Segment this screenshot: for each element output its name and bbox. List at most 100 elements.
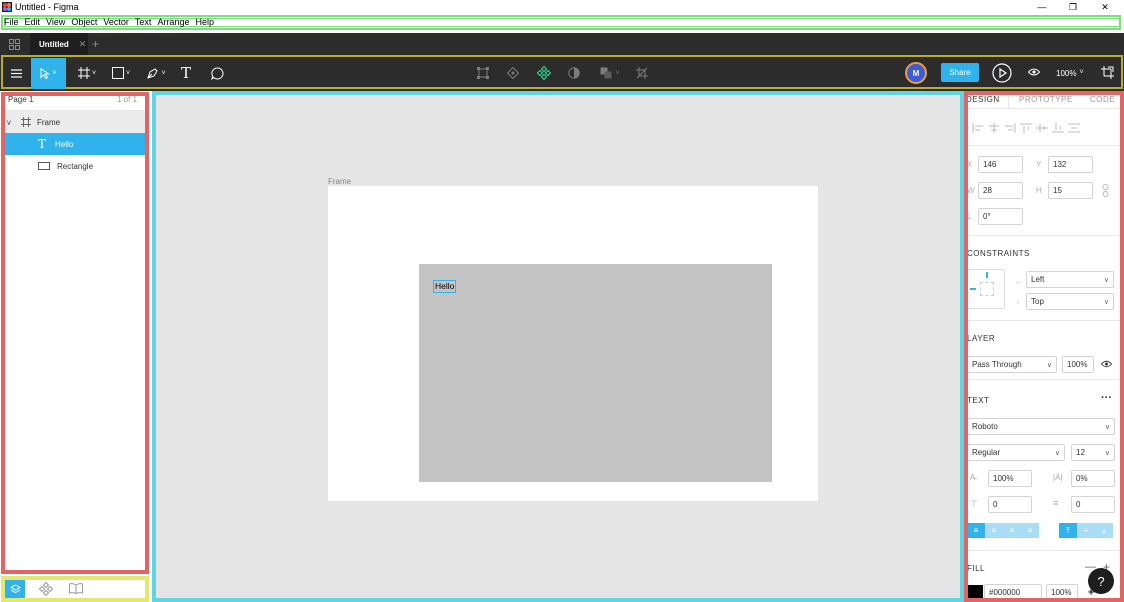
menu-file[interactable]: File xyxy=(4,17,19,27)
vertical-constraint-icon: ↕ xyxy=(1016,297,1020,306)
minimize-icon[interactable]: — xyxy=(1025,0,1059,14)
crop-icon[interactable] xyxy=(632,63,652,83)
zoom-dropdown[interactable]: 100% ˅ xyxy=(1056,69,1084,78)
close-window-icon[interactable]: ✕ xyxy=(1088,0,1122,14)
new-tab-icon[interactable]: + xyxy=(92,37,99,51)
tab-untitled[interactable]: Untitled ✕ xyxy=(30,33,88,55)
more-options-icon[interactable]: ··· xyxy=(1101,392,1112,404)
user-avatar[interactable]: M xyxy=(905,62,927,84)
help-button[interactable]: ? xyxy=(1088,568,1114,594)
constraints-title: CONSTRAINTS xyxy=(967,249,1030,258)
create-component-icon[interactable] xyxy=(534,63,554,83)
component-instance-icon[interactable] xyxy=(503,63,523,83)
line-height-icon: A̶ xyxy=(970,473,976,482)
height-input[interactable]: 15 xyxy=(1048,182,1093,199)
menu-items: File Edit View Object Vector Text Arrang… xyxy=(4,17,214,27)
menu-edit[interactable]: Edit xyxy=(25,17,41,27)
align-right-icon[interactable] xyxy=(1004,123,1016,133)
home-grid-icon[interactable] xyxy=(9,39,20,50)
paragraph-indent-icon: ≡ xyxy=(1053,498,1059,508)
divider xyxy=(964,235,1124,236)
present-play-icon[interactable] xyxy=(992,63,1012,83)
constraints-widget[interactable] xyxy=(967,269,1005,309)
chevron-down-icon: ∨ xyxy=(1103,276,1109,284)
fit-frame-icon[interactable] xyxy=(1101,66,1114,79)
distribute-icon[interactable] xyxy=(1068,123,1080,133)
blend-mode-select[interactable]: Pass Through ∨ xyxy=(967,356,1057,373)
letter-spacing-input[interactable]: 0% xyxy=(1071,470,1115,487)
move-tool-button[interactable]: ˅ xyxy=(31,58,66,89)
align-middle-v-icon[interactable] xyxy=(1036,123,1048,133)
vertical-align-middle-icon[interactable]: ÷ xyxy=(1077,523,1095,538)
text-tool-button[interactable]: T xyxy=(176,61,196,85)
align-bottom-icon[interactable] xyxy=(1052,123,1064,133)
restore-icon[interactable]: ❐ xyxy=(1056,0,1090,14)
vertical-align-top-icon[interactable]: ⤒ xyxy=(1059,523,1077,538)
menu-vector[interactable]: Vector xyxy=(103,17,129,27)
shape-tool-button[interactable]: ˅ xyxy=(108,61,134,85)
blend-mode-value: Pass Through xyxy=(972,360,1022,369)
font-weight-select[interactable]: Regular ∨ xyxy=(967,444,1065,461)
horizontal-constraint-value: Left xyxy=(1031,275,1045,284)
text-align-justify-icon[interactable]: ≡ xyxy=(1021,523,1039,538)
constraint-top-marker[interactable] xyxy=(986,272,988,278)
y-label: Y xyxy=(1036,160,1042,169)
comment-icon xyxy=(210,66,223,80)
horizontal-constraint-select[interactable]: Left ∨ xyxy=(1026,271,1114,288)
x-input[interactable]: 146 xyxy=(978,156,1023,173)
layer-opacity-input[interactable]: 100% xyxy=(1062,356,1094,373)
fill-section-title: FILL xyxy=(967,564,986,573)
canvas[interactable]: Frame Hello xyxy=(152,91,964,602)
avatar-initial: M xyxy=(912,68,920,78)
fill-hex-input[interactable]: #000000 xyxy=(984,584,1042,601)
mask-icon[interactable] xyxy=(564,63,584,83)
chevron-down-icon: ˅ xyxy=(161,69,166,77)
fill-color-swatch[interactable] xyxy=(967,585,983,598)
line-height-input[interactable]: 100% xyxy=(988,470,1032,487)
align-center-h-icon[interactable] xyxy=(988,123,1000,133)
selection-crop-icon[interactable] xyxy=(473,63,493,83)
font-size-select[interactable]: 12 ∨ xyxy=(1071,444,1115,461)
boolean-ops-button[interactable]: ˅ xyxy=(596,63,624,83)
tab-prototype[interactable]: PROTOTYPE xyxy=(1019,95,1073,104)
tab-code[interactable]: CODE xyxy=(1090,95,1115,104)
main-menu-icon[interactable] xyxy=(7,61,25,85)
divider xyxy=(964,108,1124,109)
text-align-center-icon[interactable]: ≡ xyxy=(985,523,1003,538)
align-top-icon[interactable] xyxy=(1020,123,1032,133)
font-family-select[interactable]: Roboto ∨ xyxy=(967,418,1115,435)
fill-opacity-input[interactable]: 100% xyxy=(1046,584,1078,601)
paragraph-indent-input[interactable]: 0 xyxy=(1071,496,1115,513)
tab-label: Untitled xyxy=(39,39,69,49)
visibility-eye-icon[interactable] xyxy=(1101,360,1112,368)
share-button[interactable]: Share xyxy=(941,63,979,82)
paragraph-spacing-input[interactable]: 0 xyxy=(988,496,1032,513)
menu-object[interactable]: Object xyxy=(71,17,97,27)
width-input[interactable]: 28 xyxy=(978,182,1023,199)
rotation-input[interactable]: 0° xyxy=(978,208,1023,225)
frame-tool-button[interactable]: ˅ xyxy=(74,61,100,85)
menu-help[interactable]: Help xyxy=(195,17,214,27)
close-tab-icon[interactable]: ✕ xyxy=(79,39,87,50)
comment-tool-button[interactable] xyxy=(206,61,228,85)
chevron-down-icon: ˅ xyxy=(125,69,131,77)
vertical-align-bottom-icon[interactable]: ⤓ xyxy=(1095,523,1113,538)
pen-tool-button[interactable]: ˅ xyxy=(143,61,169,85)
chevron-down-icon: ˅ xyxy=(91,69,97,77)
move-cursor-icon xyxy=(40,68,51,79)
align-left-icon[interactable] xyxy=(972,123,984,133)
constraint-left-marker[interactable] xyxy=(970,288,976,290)
divider xyxy=(964,320,1124,321)
tab-design[interactable]: DESIGN xyxy=(966,95,1000,104)
vertical-constraint-select[interactable]: Top ∨ xyxy=(1026,293,1114,310)
menu-arrange[interactable]: Arrange xyxy=(157,17,189,27)
rectangle-icon xyxy=(111,67,124,79)
text-align-left-icon[interactable]: ≡ xyxy=(967,523,985,538)
menu-text[interactable]: Text xyxy=(135,17,152,27)
y-input[interactable]: 132 xyxy=(1048,156,1093,173)
constrain-proportions-icon[interactable] xyxy=(1102,184,1109,197)
text-align-right-icon[interactable]: ≡ xyxy=(1003,523,1021,538)
preview-eye-icon[interactable] xyxy=(1028,68,1040,76)
menu-view[interactable]: View xyxy=(46,17,65,27)
divider xyxy=(964,379,1124,380)
